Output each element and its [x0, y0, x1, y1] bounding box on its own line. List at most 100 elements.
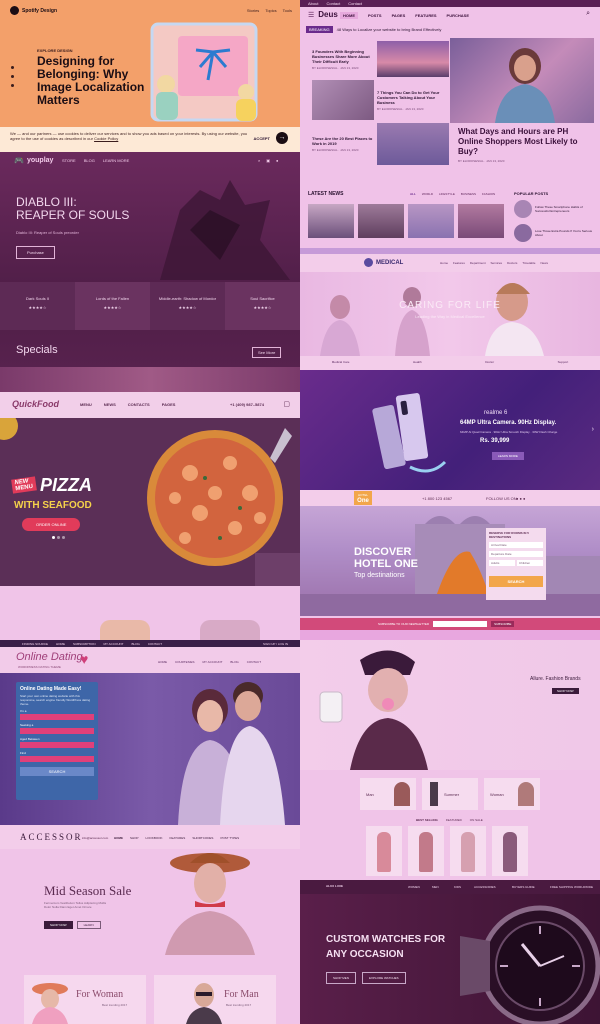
cookie-policy-link[interactable]: Cookie Policy — [94, 136, 118, 141]
tab-lifestyle[interactable]: LIFESTYLE — [439, 192, 455, 196]
nav-accessories[interactable]: ACCESSORIES — [474, 885, 496, 889]
news-thumbnail[interactable] — [308, 204, 354, 238]
children-field[interactable]: Children — [517, 560, 543, 566]
nav-pages[interactable]: PAGES — [162, 402, 176, 407]
gender-select[interactable] — [20, 714, 94, 720]
adults-field[interactable]: Adults — [489, 560, 515, 566]
nav-women[interactable]: WOMEN — [408, 885, 420, 889]
slider-dots[interactable] — [52, 536, 65, 539]
phone-number[interactable]: +1 (409) 987–5874 — [230, 402, 264, 407]
nav-courtesies[interactable]: COURTESIES — [175, 660, 194, 664]
nav-news[interactable]: NEWS — [104, 402, 116, 407]
shop-men-button[interactable]: SHOP MEN — [326, 972, 356, 984]
list-item[interactable]: 3 Founders With Beginning Businesses Sha… — [312, 40, 452, 78]
nav-news[interactable]: News — [540, 261, 548, 265]
nav-contact[interactable]: CONTACT — [247, 660, 261, 664]
feature-title[interactable]: What Days and Hours are PH Online Shoppe… — [458, 127, 593, 157]
nav-shortcodes[interactable]: SHORTCODES — [192, 836, 213, 840]
accept-button[interactable]: ACCEPT — [254, 136, 270, 141]
learn-more-button[interactable]: LEARN MORE — [492, 452, 524, 460]
nav-features[interactable]: FEATURES — [415, 13, 436, 18]
nav-buyers-guide[interactable]: BUYERS GUIDE — [512, 885, 535, 889]
cart-icon[interactable]: ▢ — [283, 400, 290, 408]
news-thumbnail[interactable] — [358, 204, 404, 238]
menu-icon[interactable]: ☰ — [308, 11, 314, 19]
spotify-logo[interactable]: Spotify Design — [10, 6, 57, 15]
nav-shop[interactable]: SHOP — [130, 836, 139, 840]
category-card[interactable]: For Man Best trending 2017 — [154, 975, 276, 1024]
post-title[interactable]: 3 Founders With Beginning Businesses Sha… — [312, 49, 374, 64]
feature-item[interactable]: Support — [558, 360, 569, 364]
tab-all[interactable]: ALL — [410, 192, 416, 196]
game-card[interactable]: Middle-earth: Shadow of Mordor ★★★★☆ — [150, 282, 225, 330]
list-item[interactable]: Lose Those Extra Pounds If You're Seriou… — [514, 224, 594, 242]
watches-logo[interactable]: ALUX LUXE — [326, 884, 343, 888]
post-title[interactable]: These Are the 20 Best Places to Work in … — [312, 136, 374, 146]
hotel-logo[interactable]: HOTEL One — [354, 491, 372, 505]
nav-kids[interactable]: KIDS — [454, 885, 461, 889]
order-online-button[interactable]: ORDER ONLINE — [22, 518, 81, 531]
post-thumbnail[interactable] — [312, 80, 374, 120]
see-more-button[interactable]: See More — [252, 347, 282, 358]
tab-business[interactable]: BUSINESS — [461, 192, 476, 196]
carousel-next-icon[interactable]: › — [592, 426, 594, 433]
ticker-text[interactable]: 48 Ways to Localize your website to brin… — [337, 27, 442, 32]
promo-card[interactable]: Man — [360, 778, 416, 810]
product-card[interactable] — [450, 826, 486, 876]
nav-blog[interactable]: BLOG — [84, 158, 95, 163]
youplay-logo[interactable]: youplay — [27, 157, 53, 164]
deus-logo[interactable]: Deus — [318, 10, 338, 19]
news-thumbnail[interactable] — [458, 204, 504, 238]
user-icon[interactable]: ● — [276, 158, 278, 163]
age-select[interactable] — [20, 742, 94, 748]
category-card[interactable]: For Woman Best trending 2017 — [24, 975, 146, 1024]
nav-home[interactable]: Home — [440, 261, 448, 265]
nav-lookbook[interactable]: LOOKBOOK — [146, 836, 163, 840]
nav-home[interactable]: HOME — [158, 660, 167, 664]
post-thumbnail[interactable] — [377, 123, 449, 165]
nav-home[interactable]: HOME — [340, 12, 358, 19]
search-button[interactable]: SEARCH — [20, 767, 94, 776]
nav-contacts[interactable]: CONTACTS — [128, 402, 150, 407]
medical-logo[interactable]: MEDICAL — [376, 260, 403, 266]
nav-topics[interactable]: Topics — [265, 8, 276, 13]
search-icon[interactable]: ⌕ — [258, 158, 260, 163]
explore-watches-button[interactable]: EXPLORE WATCHES — [361, 972, 406, 984]
nav-post-types[interactable]: POST TYPES — [220, 836, 239, 840]
search-button[interactable]: SEARCH — [489, 576, 543, 587]
game-card[interactable]: Dark Souls II ★★★★☆ — [0, 282, 75, 330]
nav-doctors[interactable]: Doctors — [507, 261, 517, 265]
tab-on-sale[interactable]: ON SALE — [470, 818, 483, 822]
news-thumbnail[interactable] — [408, 204, 454, 238]
nav-men[interactable]: MEN — [432, 885, 439, 889]
feature-item[interactable]: Health — [413, 360, 422, 364]
nav-features[interactable]: FEATURES — [170, 836, 186, 840]
nav-department[interactable]: Department — [470, 261, 486, 265]
post-thumbnail[interactable] — [377, 41, 449, 77]
tab-best-selling[interactable]: BEST SELLING — [416, 818, 438, 822]
nav-menu[interactable]: MENU — [80, 402, 92, 407]
top-link[interactable]: Contact — [348, 1, 362, 6]
feature-image[interactable] — [450, 38, 594, 123]
tab-featured[interactable]: FEATURED — [446, 818, 462, 822]
quickfood-logo[interactable]: QuickFood — [12, 399, 59, 409]
product-card[interactable] — [408, 826, 444, 876]
search-icon[interactable]: ⌕ — [586, 10, 590, 18]
nav-purchase[interactable]: PURCHASE — [447, 13, 469, 18]
learn-button[interactable]: LEARN — [76, 921, 101, 929]
purchase-button[interactable]: Purchase — [16, 246, 55, 259]
dating-logo[interactable]: Online Dating — [16, 651, 83, 663]
social-icons[interactable]: ● ● ● — [516, 496, 525, 501]
nav-store[interactable]: STORE — [62, 158, 76, 163]
promo-card[interactable]: Woman — [484, 778, 540, 810]
product-card[interactable] — [492, 826, 528, 876]
accessor-logo[interactable]: ACCESSOR — [20, 832, 83, 842]
find-select[interactable] — [20, 756, 94, 762]
tab-world[interactable]: WORLD — [422, 192, 433, 196]
top-link[interactable]: About — [308, 1, 318, 6]
subscribe-button[interactable]: SUBSCRIBE — [491, 621, 515, 627]
list-item[interactable]: These Are the 20 Best Places to Work in … — [312, 122, 452, 166]
top-link[interactable]: Contact — [326, 1, 340, 6]
game-card[interactable]: Soul Sacrifice ★★★★☆ — [225, 282, 300, 330]
nav-learn-more[interactable]: LEARN MORE — [103, 158, 129, 163]
